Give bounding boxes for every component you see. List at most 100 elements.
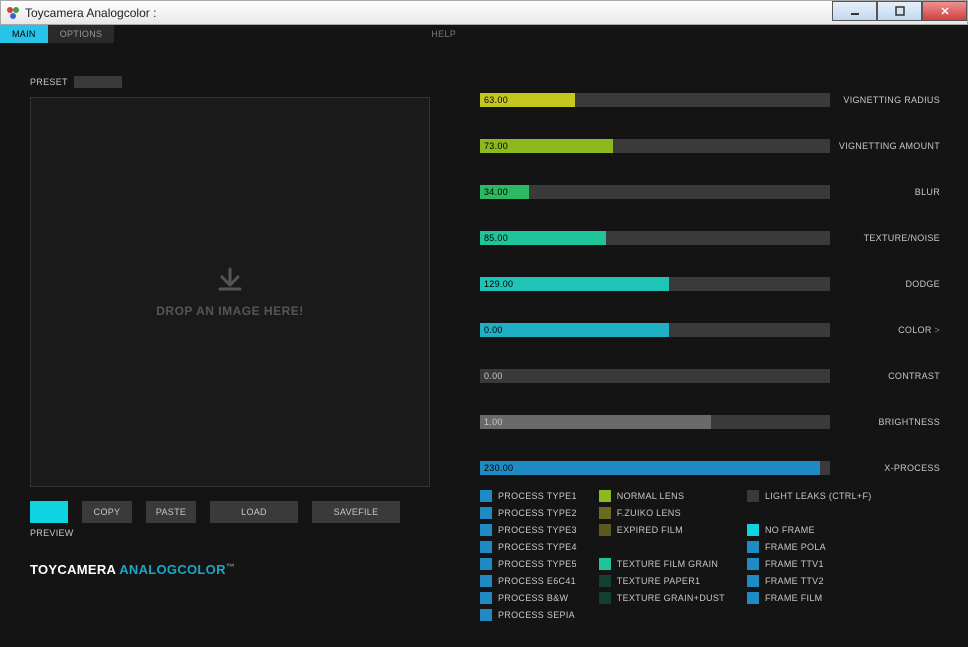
minimize-icon (850, 6, 860, 16)
color-swatch (480, 592, 492, 604)
slider-blur: 34.00BLUR (480, 185, 940, 199)
slider-texture-noise: 85.00TEXTURE/NOISE (480, 231, 940, 245)
copy-button[interactable]: COPY (82, 501, 132, 523)
lens-option-f-zuiko-lens[interactable]: F.ZUIKO LENS (599, 507, 725, 519)
color-swatch (599, 592, 611, 604)
slider-track[interactable]: 230.00 (480, 461, 830, 475)
color-swatch (480, 524, 492, 536)
slider-track[interactable]: 85.00 (480, 231, 830, 245)
load-button[interactable]: LOAD (210, 501, 298, 523)
slider-value: 0.00 (484, 369, 503, 383)
option-label: PROCESS E6C41 (498, 576, 576, 586)
slider-track[interactable]: 0.00 (480, 369, 830, 383)
slider-label: DODGE (905, 279, 940, 289)
frame-option-no-frame[interactable]: NO FRAME (747, 524, 872, 536)
slider-value: 129.00 (484, 277, 513, 291)
lens-option-texture-grain-dust[interactable]: TEXTURE GRAIN+DUST (599, 592, 725, 604)
preset-label: PRESET (30, 77, 68, 87)
slider-dodge: 129.00 DODGE (480, 277, 940, 291)
slider-track[interactable]: 63.00 (480, 93, 830, 107)
process-option-process-type1[interactable]: PROCESS TYPE1 (480, 490, 577, 502)
color-swatch (747, 524, 759, 536)
frame-option-frame-pola[interactable]: FRAME POLA (747, 541, 872, 553)
slider-label: CONTRAST (888, 371, 940, 381)
lens-option-texture-paper1[interactable]: TEXTURE PAPER1 (599, 575, 725, 587)
preview-label: PREVIEW (30, 528, 430, 538)
color-swatch (599, 490, 611, 502)
color-swatch (747, 592, 759, 604)
frame-option-frame-ttv2[interactable]: FRAME TTV2 (747, 575, 872, 587)
frame-option-frame-ttv1[interactable]: FRAME TTV1 (747, 558, 872, 570)
color-swatch (480, 541, 492, 553)
process-option-process-type2[interactable]: PROCESS TYPE2 (480, 507, 577, 519)
window-close-button[interactable] (922, 1, 967, 21)
option-label: FRAME FILM (765, 593, 823, 603)
color-swatch (480, 490, 492, 502)
lens-option-expired-film[interactable]: EXPIRED FILM (599, 524, 725, 536)
lens-option-normal-lens[interactable]: NORMAL LENS (599, 490, 725, 502)
process-option-process-e6c41[interactable]: PROCESS E6C41 (480, 575, 577, 587)
option-label: FRAME TTV1 (765, 559, 824, 569)
slider-track[interactable]: 73.00 (480, 139, 830, 153)
color-swatch (747, 575, 759, 587)
lens-option-texture-film-grain[interactable]: TEXTURE FILM GRAIN (599, 558, 725, 570)
color-swatch (599, 507, 611, 519)
slider-value: 230.00 (484, 461, 513, 475)
menu-options[interactable]: OPTIONS (48, 25, 115, 43)
preview-toggle[interactable] (30, 501, 68, 523)
download-arrow-icon (216, 267, 244, 298)
color-swatch (599, 558, 611, 570)
savefile-button[interactable]: SAVEFILE (312, 501, 400, 523)
option-label: EXPIRED FILM (617, 525, 683, 535)
paste-button[interactable]: PASTE (146, 501, 196, 523)
image-drop-area[interactable]: DROP AN IMAGE HERE! (30, 97, 430, 487)
slider-track[interactable]: 34.00 (480, 185, 830, 199)
process-option-process-type4[interactable]: PROCESS TYPE4 (480, 541, 577, 553)
option-label: FRAME POLA (765, 542, 826, 552)
option-label: TEXTURE GRAIN+DUST (617, 593, 725, 603)
menu-help[interactable]: HELP (419, 25, 468, 43)
window-maximize-button[interactable] (877, 1, 922, 21)
process-option-process-sepia[interactable]: PROCESS SEPIA (480, 609, 577, 621)
slider-contrast: 0.00 CONTRAST (480, 369, 940, 383)
app-icon (5, 5, 21, 21)
slider-value: 73.00 (484, 139, 508, 153)
slider-value: 85.00 (484, 231, 508, 245)
process-option-process-b-w[interactable]: PROCESS B&W (480, 592, 577, 604)
color-swatch (747, 490, 759, 502)
window-titlebar: Toycamera Analogcolor : (0, 0, 968, 25)
color-swatch (599, 524, 611, 536)
menu-main[interactable]: MAIN (0, 25, 48, 43)
frame-option-frame-film[interactable]: FRAME FILM (747, 592, 872, 604)
color-swatch (747, 541, 759, 553)
color-swatch (480, 558, 492, 570)
option-label: PROCESS TYPE5 (498, 559, 577, 569)
slider-x-process: 230.00 X-PROCESS (480, 461, 940, 475)
option-label: F.ZUIKO LENS (617, 508, 681, 518)
process-option-process-type5[interactable]: PROCESS TYPE5 (480, 558, 577, 570)
option-label: PROCESS TYPE2 (498, 508, 577, 518)
window-minimize-button[interactable] (832, 1, 877, 21)
color-swatch (480, 609, 492, 621)
slider-value: 34.00 (484, 185, 508, 199)
color-swatch (747, 558, 759, 570)
maximize-icon (895, 6, 905, 16)
option-label: TEXTURE FILM GRAIN (617, 559, 718, 569)
slider-color: 0.00COLOR (480, 323, 940, 337)
slider-track[interactable]: 1.00 (480, 415, 830, 429)
slider-label: BRIGHTNESS (878, 417, 940, 427)
color-swatch (599, 575, 611, 587)
process-option-process-type3[interactable]: PROCESS TYPE3 (480, 524, 577, 536)
slider-label: X-PROCESS (884, 463, 940, 473)
slider-brightness: 1.00 BRIGHTNESS (480, 415, 940, 429)
slider-fill (480, 323, 669, 337)
slider-track[interactable]: 129.00 (480, 277, 830, 291)
preset-dropdown[interactable] (74, 76, 122, 88)
light-leaks-option[interactable]: LIGHT LEAKS (CTRL+F) (747, 490, 872, 502)
slider-value: 1.00 (484, 415, 503, 429)
slider-value: 63.00 (484, 93, 508, 107)
option-label: TEXTURE PAPER1 (617, 576, 701, 586)
slider-track[interactable]: 0.00 (480, 323, 830, 337)
slider-vignetting-amount: 73.00VIGNETTING AMOUNT (480, 139, 940, 153)
app-logo: TOYCAMERA ANALOGCOLOR™ (30, 562, 430, 577)
